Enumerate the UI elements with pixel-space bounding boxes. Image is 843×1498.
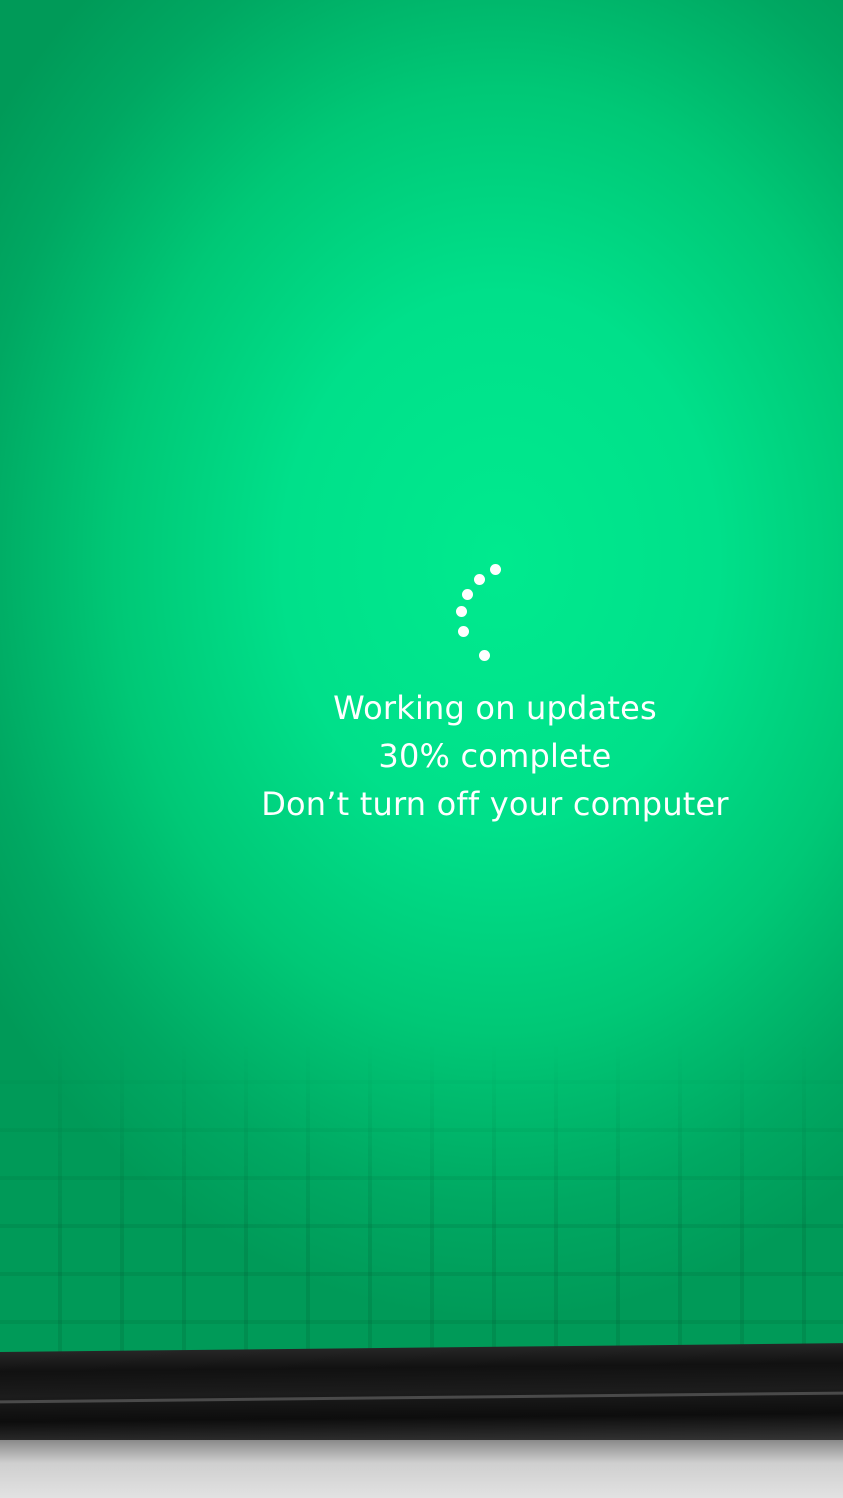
status-title: Working on updates <box>333 689 657 727</box>
spinner-dot <box>458 626 469 637</box>
update-status-text: Working on updates 30% complete Don’t tu… <box>0 684 843 828</box>
spinner-dot <box>462 589 473 600</box>
update-screen: Working on updates 30% complete Don’t tu… <box>0 0 843 1368</box>
keyboard-reflection <box>0 1040 843 1368</box>
loading-spinner-icon <box>440 556 510 666</box>
desk-surface <box>0 1440 843 1498</box>
warning-text: Don’t turn off your computer <box>261 785 729 823</box>
progress-text: 30% complete <box>378 737 612 775</box>
spinner-dot <box>490 564 501 575</box>
spinner-dot <box>479 650 490 661</box>
spinner-dot <box>456 606 467 617</box>
spinner-dot <box>474 574 485 585</box>
